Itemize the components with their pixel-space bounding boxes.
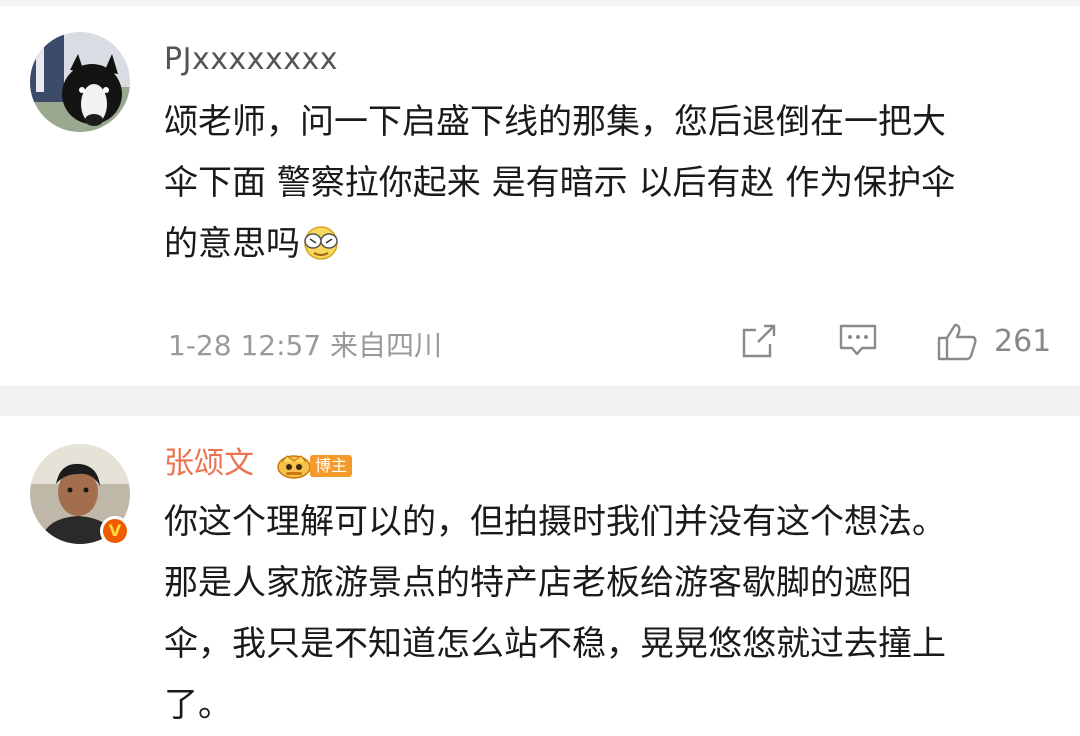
- crown-badge-icon: [277, 455, 311, 479]
- facepalm-emoji-icon: [300, 220, 342, 281]
- blogger-badge[interactable]: 博主: [276, 452, 358, 480]
- comment-text-line: 的意思吗: [164, 214, 1044, 281]
- comment-time: 1-28 12:57 来自四川: [168, 324, 442, 364]
- comment-item: V 张颂文 博主 你这个理解可以的，但拍摄时我们并没有这个想法。 那是人家旅游景…: [0, 416, 1080, 725]
- comment-text-line: 那是人家旅游景点的特产店老板给游客歇脚的遮阳: [164, 563, 912, 603]
- username[interactable]: PJxxxxxxxx: [164, 40, 338, 80]
- verified-mark: V: [108, 521, 122, 540]
- comment-text: 你这个理解可以的，但拍摄时我们并没有这个想法。 那是人家旅游景点的特产店老板给游…: [164, 492, 1044, 736]
- like-icon[interactable]: [936, 322, 978, 366]
- comment-separator: [0, 386, 1080, 416]
- verified-icon: V: [100, 516, 130, 546]
- comment-text-line: 的意思吗: [164, 224, 300, 264]
- like-count: 261: [994, 324, 1052, 359]
- dog-avatar-image: [30, 32, 130, 132]
- username[interactable]: 张颂文: [164, 444, 254, 484]
- avatar[interactable]: [30, 32, 130, 132]
- comment-item: PJxxxxxxxx 颂老师，问一下启盛下线的那集，您后退倒在一把大 伞下面 警…: [0, 6, 1080, 386]
- comment-text-line: 了。: [164, 685, 232, 725]
- share-icon[interactable]: [740, 322, 778, 364]
- location: 来自四川: [330, 329, 443, 362]
- badge-label: 博主: [310, 455, 353, 477]
- comment-text-line: 伞下面 警察拉你起来 是有暗示 以后有赵 作为保护伞: [164, 163, 956, 203]
- comment-text-line: 颂老师，问一下启盛下线的那集，您后退倒在一把大: [164, 102, 946, 142]
- comment-footer: 1-28 12:57 来自四川 261: [0, 320, 1080, 368]
- comment-text: 颂老师，问一下启盛下线的那集，您后退倒在一把大 伞下面 警察拉你起来 是有暗示 …: [164, 92, 1044, 281]
- comment-text-line: 你这个理解可以的，但拍摄时我们并没有这个想法。: [164, 502, 946, 542]
- comment-text-line: 伞，我只是不知道怎么站不稳，晃晃悠悠就过去撞上: [164, 624, 946, 664]
- timestamp: 1-28 12:57: [168, 329, 322, 362]
- comment-icon[interactable]: [838, 322, 878, 364]
